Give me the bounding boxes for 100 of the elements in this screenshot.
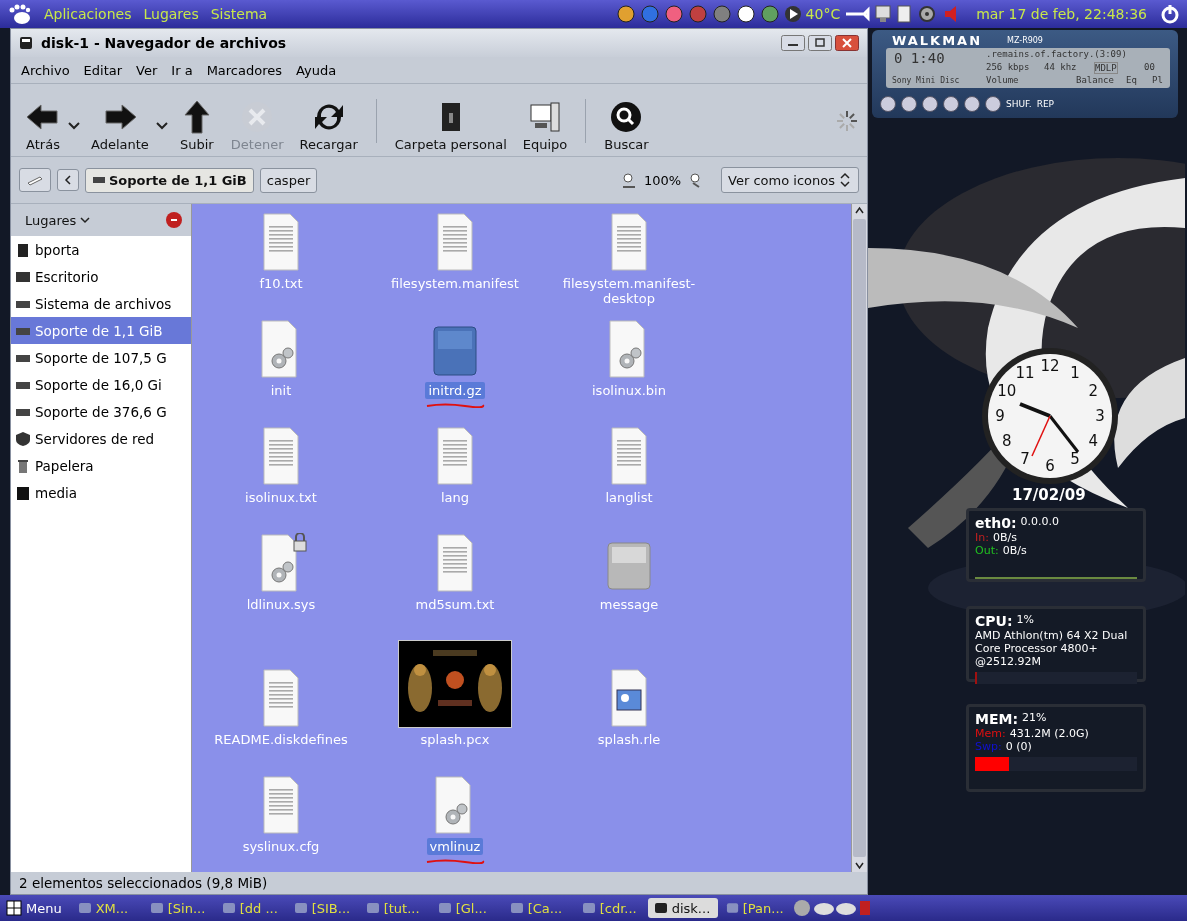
player-control-button[interactable] bbox=[943, 96, 959, 112]
caret-icon[interactable] bbox=[154, 120, 169, 131]
toolbar-button[interactable]: Equipo bbox=[516, 99, 574, 152]
folder-icon bbox=[15, 484, 31, 501]
menu-item[interactable]: Editar bbox=[83, 62, 123, 78]
lcd-text: 00 bbox=[1144, 62, 1155, 72]
sidebar-item[interactable]: Sistema de archivos bbox=[11, 290, 191, 317]
lcd-label: Volume bbox=[986, 75, 1019, 85]
monitor-title: MEM: bbox=[975, 711, 1019, 727]
menu-item[interactable]: Ir a bbox=[171, 62, 193, 78]
window-icon bbox=[437, 901, 452, 915]
player-control-button[interactable] bbox=[922, 96, 938, 112]
toolbar-button[interactable]: Atrás bbox=[19, 99, 67, 152]
file-name[interactable]: initrd.gz bbox=[425, 382, 485, 399]
toolbar-button[interactable]: Subir bbox=[172, 99, 221, 152]
menu-item[interactable]: Ayuda bbox=[296, 62, 337, 78]
monitor-label: Out: bbox=[975, 544, 999, 557]
panel-clock[interactable]: mar 17 de feb, 22:48:36 bbox=[976, 6, 1147, 22]
taskbar-button[interactable]: [SIB... bbox=[287, 898, 358, 918]
cable-icon[interactable] bbox=[844, 6, 871, 22]
taskbar-button[interactable]: XM... bbox=[71, 898, 142, 918]
lcd-text: Sony Mini Disc bbox=[892, 76, 960, 85]
path-button[interactable]: Soporte de 1,1 GiB bbox=[85, 167, 254, 193]
play-icon[interactable] bbox=[783, 5, 802, 23]
monitor-title: CPU: bbox=[975, 613, 1013, 629]
window-icon bbox=[77, 901, 92, 915]
taskbar-button[interactable]: [Pan... bbox=[719, 898, 790, 918]
panel-menu[interactable]: Lugares bbox=[143, 6, 199, 22]
window-icon bbox=[653, 901, 668, 915]
sidebar-item[interactable]: Papelera bbox=[11, 452, 191, 479]
window-icon bbox=[293, 901, 308, 915]
sidebar-item[interactable]: Servidores de red bbox=[11, 425, 191, 452]
sidebar-item[interactable]: Escritorio bbox=[11, 263, 191, 290]
menu-item[interactable]: Ver bbox=[136, 62, 158, 78]
lcd-text: 256 kbps bbox=[986, 62, 1030, 72]
power-icon[interactable] bbox=[1159, 3, 1181, 25]
path-back-button[interactable] bbox=[57, 169, 79, 191]
player-control-button[interactable] bbox=[964, 96, 980, 112]
taskbar-button[interactable]: [Gl... bbox=[431, 898, 502, 918]
cpu-model: AMD Athlon(tm) 64 X2 Dual Core Processor 4800+ @2512.92M bbox=[975, 629, 1129, 668]
player-control-button[interactable] bbox=[880, 96, 896, 112]
minimize-button[interactable] bbox=[781, 35, 805, 51]
caret-icon[interactable] bbox=[67, 120, 81, 131]
lcd-label: Balance bbox=[1076, 75, 1114, 85]
menu-item[interactable]: Archivo bbox=[21, 62, 70, 78]
maximize-button[interactable] bbox=[808, 35, 832, 51]
document-icon[interactable] bbox=[896, 4, 913, 24]
repeat-button[interactable]: REP bbox=[1036, 99, 1055, 109]
window-icon bbox=[365, 901, 380, 915]
temperature-label: 40°C bbox=[805, 6, 841, 22]
close-button[interactable] bbox=[835, 35, 859, 51]
tray-icon[interactable] bbox=[735, 4, 756, 24]
toolbar-button[interactable]: Buscar bbox=[598, 99, 655, 152]
shuffle-button[interactable]: SHUF. bbox=[1006, 99, 1032, 109]
sidebar-item[interactable]: Soporte de 107,5 G bbox=[11, 344, 191, 371]
analog-clock: 11 12 1 10 2 9 3 8 4 7 6 5 bbox=[980, 346, 1120, 486]
panel-menu[interactable]: Sistema bbox=[210, 6, 268, 22]
close-icon[interactable] bbox=[165, 211, 183, 229]
sidebar-item[interactable]: bporta bbox=[11, 236, 191, 263]
grid-icon bbox=[6, 900, 22, 916]
scrollbar-thumb[interactable] bbox=[853, 219, 866, 857]
path-button[interactable]: casper bbox=[259, 167, 318, 193]
lcd-text: 44 khz bbox=[1044, 62, 1077, 72]
toolbar-button[interactable]: Adelante bbox=[85, 99, 155, 152]
clock-date: 17/02/09 bbox=[1012, 486, 1086, 504]
lcd-label: Pl bbox=[1152, 75, 1163, 85]
taskbar-button[interactable]: [Sin... bbox=[143, 898, 214, 918]
monitor-label: Mem: bbox=[975, 727, 1006, 740]
taskbar-button[interactable]: [Ca... bbox=[503, 898, 574, 918]
file-name[interactable]: vmlinuz bbox=[426, 838, 484, 855]
location-toggle-button[interactable] bbox=[19, 168, 51, 192]
menu-item[interactable]: Marcadores bbox=[206, 62, 283, 78]
toolbar-button[interactable]: Carpeta personal bbox=[388, 99, 513, 152]
monitor-title: eth0: bbox=[975, 515, 1017, 531]
sidebar-item[interactable]: Soporte de 16,0 Gi bbox=[11, 371, 191, 398]
sidebar-item[interactable]: Soporte de 376,6 G bbox=[11, 398, 191, 425]
lcd-text: MDLP bbox=[1094, 62, 1118, 74]
panel-menu[interactable]: Aplicaciones bbox=[44, 6, 132, 22]
taskbar-button[interactable]: [cdr... bbox=[575, 898, 646, 918]
player-model: MZ-R909 bbox=[1007, 36, 1043, 45]
monitor-reading: 0 (0) bbox=[1005, 740, 1032, 753]
monitor-value: 1% bbox=[1016, 613, 1034, 628]
sidebar-item[interactable]: Soporte de 1,1 GiB bbox=[11, 317, 191, 344]
menu-button[interactable]: Menu bbox=[4, 900, 70, 916]
left-chevron-icon bbox=[64, 174, 72, 186]
taskbar-button[interactable]: [dd ... bbox=[215, 898, 286, 918]
sidebar-item[interactable]: media bbox=[11, 479, 191, 506]
window-icon bbox=[19, 36, 33, 50]
monitor-icon[interactable] bbox=[874, 4, 893, 24]
lcd-text: .remains.of.factory.(3:09) bbox=[986, 49, 1127, 59]
player-control-button[interactable] bbox=[985, 96, 1001, 112]
player-control-button[interactable] bbox=[901, 96, 917, 112]
view-dropdown[interactable]: Ver como iconos bbox=[721, 167, 859, 193]
window-title: disk-1 - Navegador de archivos bbox=[41, 35, 287, 51]
taskbar-button[interactable]: disk... bbox=[647, 898, 718, 918]
toolbar-button[interactable]: Recargar bbox=[293, 99, 364, 152]
tray-icon[interactable] bbox=[615, 4, 636, 24]
network-icon bbox=[15, 430, 31, 447]
monitor-label: In: bbox=[975, 531, 989, 544]
taskbar-button[interactable]: [tut... bbox=[359, 898, 430, 918]
